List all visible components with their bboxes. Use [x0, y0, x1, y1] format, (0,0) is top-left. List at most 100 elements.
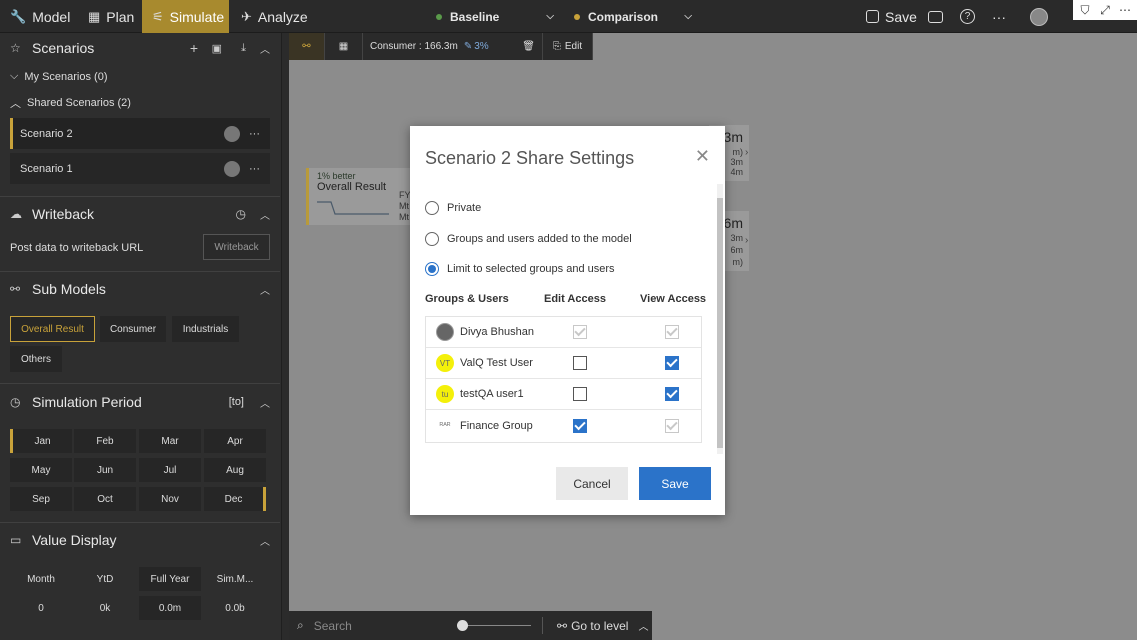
edit-access-checkbox[interactable]	[573, 356, 587, 370]
dialog-scrollbar-thumb[interactable]	[717, 198, 723, 448]
my-scenarios-toggle[interactable]: ⌵ My Scenarios (0)	[10, 70, 107, 83]
filter-icon[interactable]: ⛉	[1076, 1, 1094, 19]
vd-header-label: Month	[27, 573, 55, 585]
radio-button[interactable]	[425, 201, 439, 215]
tree-view-button[interactable]: ⚯	[289, 33, 325, 60]
period-badge[interactable]: [to]	[229, 396, 244, 408]
vd-header-month[interactable]: Month	[10, 567, 72, 591]
chevron-up-icon[interactable]: ︿	[260, 282, 270, 297]
go-to-level-button[interactable]: ⚯ Go to level ︿	[557, 618, 648, 634]
col-header-edit: Edit Access	[544, 293, 606, 305]
more-options-button[interactable]: ···	[992, 0, 1006, 33]
edit-button[interactable]: ⎘ Edit	[543, 33, 593, 60]
submodel-chip-consumer[interactable]: Consumer	[100, 316, 166, 342]
more-icon[interactable]: ⋯	[1116, 1, 1134, 19]
cancel-button[interactable]: Cancel	[556, 467, 628, 500]
submodel-chip-overall[interactable]: Overall Result	[10, 316, 95, 342]
user-avatar-button[interactable]	[1030, 0, 1048, 33]
more-icon[interactable]: ···	[249, 163, 260, 175]
radio-private[interactable]: Private	[425, 201, 481, 215]
tab-simulate[interactable]: ⚟ Simulate	[142, 0, 229, 33]
vd-value-fullyear[interactable]: 0.0m	[139, 596, 201, 620]
expand-icon[interactable]: ›	[745, 147, 748, 158]
chevron-up-icon[interactable]: ︿	[260, 41, 270, 56]
expand-icon[interactable]: ›	[745, 235, 748, 246]
access-table: Divya Bhushan VT ValQ Test User tu testQ…	[425, 316, 702, 443]
month-may[interactable]: May	[10, 458, 72, 482]
writeback-button[interactable]: Writeback	[203, 234, 270, 260]
month-label: Jun	[96, 464, 114, 476]
month-oct[interactable]: Oct	[74, 487, 136, 511]
month-mar[interactable]: Mar	[139, 429, 201, 453]
radio-model-groups[interactable]: Groups and users added to the model	[425, 232, 632, 246]
radio-label: Limit to selected groups and users	[447, 263, 615, 275]
submodels-header[interactable]: ⚯ Sub Models ︿	[0, 274, 280, 304]
vd-header-fullyear[interactable]: Full Year	[139, 567, 201, 591]
close-icon[interactable]: ✕	[695, 146, 710, 167]
view-access-checkbox[interactable]	[665, 356, 679, 370]
month-nov[interactable]: Nov	[139, 487, 201, 511]
scenario-item[interactable]: Scenario 2 ···	[10, 118, 270, 149]
scenarios-header[interactable]: ☆ Scenarios + ▣ ⤓ ︿	[0, 33, 280, 63]
radio-button[interactable]	[425, 262, 439, 276]
save-button[interactable]: Save	[866, 0, 917, 33]
month-feb[interactable]: Feb	[74, 429, 136, 453]
overall-result-node[interactable]: 1% better Overall Result FY Mt Mt	[306, 168, 411, 225]
vd-header-ytd[interactable]: YtD	[74, 567, 136, 591]
trash-icon[interactable]: 🗑	[522, 41, 535, 52]
vd-value-simm[interactable]: 0.0b	[204, 596, 266, 620]
zoom-slider-handle[interactable]	[457, 620, 468, 631]
download-icon[interactable]: ⤓	[241, 42, 246, 55]
child-node-sub: 6m	[730, 245, 743, 255]
tab-plan[interactable]: ▦ Plan	[78, 0, 144, 33]
chevron-up-icon[interactable]: ︿	[260, 533, 270, 548]
zoom-slider-track[interactable]	[457, 625, 531, 626]
search-input[interactable]: Search	[314, 619, 352, 633]
month-jun[interactable]: Jun	[74, 458, 136, 482]
writeback-header[interactable]: ☁ Writeback ◷ ︿	[0, 199, 280, 229]
chevron-up-icon[interactable]: ︿	[260, 207, 270, 222]
pct-label: 3%	[474, 41, 489, 52]
help-button[interactable]: ?	[960, 0, 975, 33]
month-apr[interactable]: Apr	[204, 429, 266, 453]
month-jan[interactable]: Jan	[10, 429, 72, 453]
value-display-header[interactable]: ▭ Value Display ︿	[0, 525, 280, 555]
edit-access-checkbox[interactable]	[573, 387, 587, 401]
month-aug[interactable]: Aug	[204, 458, 266, 482]
vd-header-simm[interactable]: Sim.M...	[204, 567, 266, 591]
consumer-indicator: Consumer : 166.3m ✎ 3% 🗑	[363, 33, 543, 60]
radio-button[interactable]	[425, 232, 439, 246]
comparison-dropdown[interactable]: Comparison ⌵	[574, 0, 692, 33]
radio-label: Private	[447, 202, 482, 214]
grid-add-icon[interactable]: ▣	[212, 42, 222, 55]
view-access-checkbox[interactable]	[665, 387, 679, 401]
month-sep[interactable]: Sep	[10, 487, 72, 511]
month-jul[interactable]: Jul	[139, 458, 201, 482]
comment-button[interactable]	[928, 0, 943, 33]
month-label: May	[31, 464, 51, 476]
more-icon[interactable]: ···	[249, 128, 260, 140]
sidebar: ☆ Scenarios + ▣ ⤓ ︿ ⌵ My Scenarios (0) ︿…	[0, 33, 282, 640]
add-icon[interactable]: +	[190, 40, 198, 56]
simulation-period-header[interactable]: ◷ Simulation Period [to] ︿	[0, 387, 280, 417]
save-button[interactable]: Save	[639, 467, 711, 500]
baseline-dropdown[interactable]: Baseline ⌵	[436, 0, 554, 33]
month-dec[interactable]: Dec	[204, 487, 266, 511]
table-view-button[interactable]: ▦	[325, 33, 363, 60]
node-mt1: Mt	[399, 201, 409, 211]
radio-limit-selected[interactable]: Limit to selected groups and users	[425, 262, 615, 276]
table-icon: ▦	[88, 8, 101, 24]
chevron-up-icon[interactable]: ︿	[260, 395, 270, 410]
focus-mode-icon[interactable]: ⤢	[1096, 1, 1114, 19]
submodel-chip-others[interactable]: Others	[10, 346, 62, 372]
scenario-item[interactable]: Scenario 1 ···	[10, 153, 270, 184]
tab-model[interactable]: 🔧 Model	[0, 0, 80, 33]
scenarios-title: Scenarios	[32, 40, 95, 56]
shared-scenarios-toggle[interactable]: ︿ Shared Scenarios (2)	[10, 95, 131, 111]
vd-value-ytd[interactable]: 0k	[74, 596, 136, 620]
submodel-chip-industrials[interactable]: Industrials	[172, 316, 239, 342]
vd-value-month[interactable]: 0	[10, 596, 72, 620]
history-icon[interactable]: ◷	[236, 207, 246, 221]
tab-analyze[interactable]: ✈ Analyze	[231, 0, 318, 33]
edit-access-checkbox[interactable]	[573, 418, 587, 433]
